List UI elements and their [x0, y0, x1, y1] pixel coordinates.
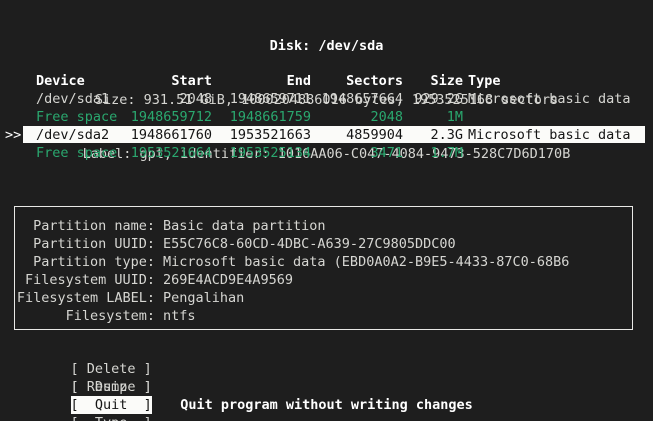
selection-marker — [0, 90, 36, 108]
cell-start: 2048 — [179, 91, 212, 107]
partition-table-header: Device Start End Sectors Size Type — [0, 72, 653, 90]
cell-size: 1.7M — [430, 145, 463, 161]
cell-type — [463, 108, 653, 126]
detail-value: ntfs — [163, 308, 196, 324]
cell-device: Free space — [36, 145, 118, 161]
cell-start: 1948659712 — [130, 109, 212, 125]
detail-value: Microsoft basic data (EBD0A0A2-B9E5-4433… — [163, 254, 570, 270]
detail-value: Basic data partition — [163, 218, 326, 234]
cell-device: Free space — [36, 109, 118, 125]
cell-size: 929.2G — [414, 91, 463, 107]
col-header-size: Size — [430, 73, 463, 89]
table-row-sda2-selected[interactable]: >> /dev/sda2 1948661760 1953521663 48599… — [0, 126, 653, 144]
cell-end: 1948661759 — [229, 109, 311, 125]
detail-label: Partition UUID: — [33, 236, 155, 252]
col-header-type: Type — [468, 73, 501, 89]
cell-size: 2.3G — [430, 127, 463, 143]
cell-device: /dev/sda1 — [36, 91, 110, 107]
marker-column-spacer — [0, 72, 36, 90]
table-row-free-space-2[interactable]: Free space 1953521664 1953525134 3471 1.… — [0, 144, 653, 162]
cell-type — [463, 144, 653, 162]
cell-end: 1953521663 — [229, 127, 311, 143]
status-help-text: Quit program without writing changes — [180, 397, 473, 413]
detail-label: Partition name: — [33, 218, 155, 234]
menu-button-dump[interactable]: [ Dump ] — [71, 378, 152, 396]
col-header-sectors: Sectors — [346, 73, 403, 89]
partition-table: Device Start End Sectors Size Type /dev/… — [0, 72, 653, 162]
cell-start: 1953521664 — [130, 145, 212, 161]
disk-title: Disk: /dev/sda — [269, 38, 384, 54]
table-row-sda1[interactable]: /dev/sda1 2048 1948659711 1948657664 929… — [0, 90, 653, 108]
detail-value: Pengalihan — [163, 290, 245, 306]
detail-label: Filesystem: — [65, 308, 155, 324]
cell-sectors: 3471 — [370, 145, 403, 161]
col-header-device: Device — [36, 73, 85, 89]
menu-bar-row-2: [ Dump ] — [38, 360, 168, 395]
detail-row-filesystem-label: Filesystem LABEL: Pengalihan — [15, 289, 632, 307]
detail-label: Filesystem LABEL: — [16, 290, 155, 306]
table-row-free-space-1[interactable]: Free space 1948659712 1948661759 2048 1M — [0, 108, 653, 126]
cfdisk-terminal-screen: Disk: /dev/sda Size: 931.51 GiB, 1000204… — [0, 0, 653, 421]
detail-value: E55C76C8-60CD-4DBC-A639-27C9805DDC00 — [163, 236, 456, 252]
col-header-start: Start — [171, 73, 212, 89]
cell-end: 1953525134 — [229, 145, 311, 161]
menu-button-type[interactable]: [ Type ] — [71, 414, 152, 421]
detail-label: Partition type: — [33, 254, 155, 270]
cell-end: 1948659711 — [229, 91, 311, 107]
detail-row-filesystem: Filesystem: ntfs — [15, 307, 632, 325]
cell-type: Microsoft basic data — [468, 91, 631, 107]
cell-type: Microsoft basic data — [468, 127, 631, 143]
detail-value: 269E4ACD9E4A9569 — [163, 272, 294, 288]
detail-row-partition-uuid: Partition UUID: E55C76C8-60CD-4DBC-A639-… — [15, 235, 632, 253]
selection-marker — [0, 108, 36, 126]
selection-marker: >> — [5, 127, 22, 143]
detail-row-partition-name: Partition name: Basic data partition — [15, 217, 632, 235]
detail-row-filesystem-uuid: Filesystem UUID: 269E4ACD9E4A9569 — [15, 271, 632, 289]
selection-marker — [0, 144, 36, 162]
cell-start: 1948661760 — [130, 127, 212, 143]
detail-label: Filesystem UUID: — [24, 272, 155, 288]
cell-sectors: 4859904 — [346, 127, 403, 143]
cell-sectors: 1948657664 — [321, 91, 403, 107]
cell-size: 1M — [446, 109, 463, 125]
cell-device: /dev/sda2 — [36, 127, 110, 143]
partition-details-box: Partition name: Basic data partition Par… — [14, 206, 633, 330]
cell-sectors: 2048 — [370, 109, 403, 125]
col-header-end: End — [286, 73, 311, 89]
detail-row-partition-type: Partition type: Microsoft basic data (EB… — [15, 253, 632, 271]
menu-bar-row-1: [ Delete ] [ Resize ] [ Quit ] [ Type ] … — [38, 342, 168, 421]
